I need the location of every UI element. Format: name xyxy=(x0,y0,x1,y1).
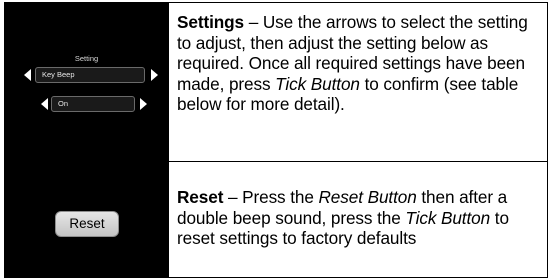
option-right-arrow-icon xyxy=(140,98,147,110)
settings-row: Setting Key Beep On Settings – Use the a… xyxy=(5,3,547,161)
reset-button-ref: Reset Button xyxy=(318,187,417,207)
reset-tick-button-ref: Tick Button xyxy=(405,207,491,228)
settings-tick-button-ref: Tick Button xyxy=(275,73,360,94)
reset-display-screenshot: Reset xyxy=(5,162,168,277)
instruction-table: Setting Key Beep On Settings – Use the a… xyxy=(4,2,548,278)
setting-left-arrow-icon xyxy=(24,69,31,81)
column-divider xyxy=(168,3,169,277)
option-left-arrow-icon xyxy=(41,98,48,110)
setting-value-field: Key Beep xyxy=(35,67,145,83)
reset-button: Reset xyxy=(55,211,119,237)
reset-row: Reset Reset – Press the Reset Button the… xyxy=(5,162,547,277)
setting-caption: Setting xyxy=(74,54,99,63)
reset-heading: Reset xyxy=(177,187,224,207)
settings-heading: Settings xyxy=(177,12,245,32)
option-value-field: On xyxy=(51,96,135,112)
settings-description: Settings – Use the arrows to select the … xyxy=(177,12,541,115)
reset-description: Reset – Press the Reset Button then afte… xyxy=(177,187,541,249)
setting-right-arrow-icon xyxy=(151,69,158,81)
settings-display-screenshot: Setting Key Beep On xyxy=(5,3,168,161)
reset-text-1: – Press the xyxy=(223,187,319,207)
